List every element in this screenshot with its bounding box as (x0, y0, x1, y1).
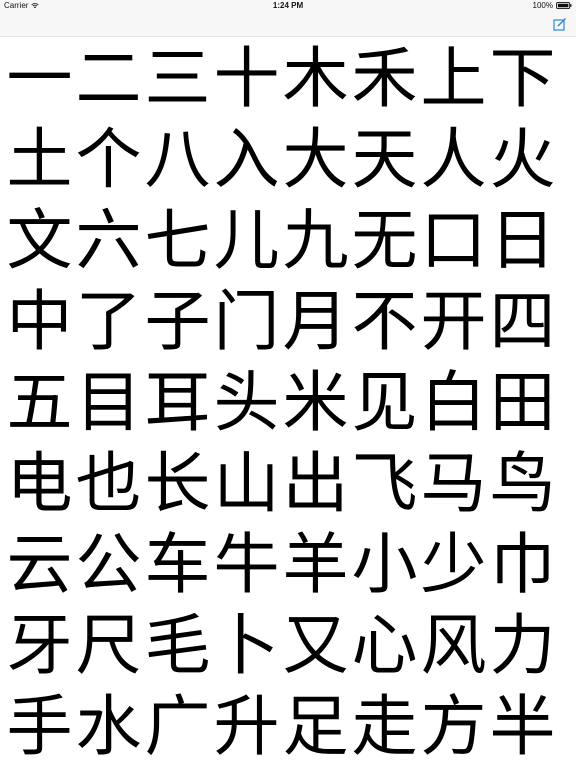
character-cell[interactable]: 也 (74, 443, 143, 524)
character-cell[interactable]: 十 (212, 38, 281, 119)
character-cell[interactable]: 个 (74, 119, 143, 200)
character-cell[interactable]: 风 (419, 605, 488, 686)
character-cell[interactable]: 二 (74, 38, 143, 119)
character-cell[interactable]: 心 (350, 605, 419, 686)
character-cell[interactable]: 鸟 (488, 443, 557, 524)
character-cell[interactable]: 土 (5, 119, 74, 200)
character-cell[interactable]: 方 (419, 686, 488, 767)
character-cell[interactable]: 无 (350, 200, 419, 281)
character-cell[interactable]: 入 (212, 119, 281, 200)
character-cell[interactable]: 六 (74, 200, 143, 281)
character-row: 五目耳头米见白田 (0, 362, 576, 443)
character-cell[interactable]: 力 (488, 605, 557, 686)
character-cell[interactable]: 下 (488, 38, 557, 119)
character-cell[interactable]: 田 (488, 362, 557, 443)
battery-percent: 100% (532, 1, 553, 10)
character-row: 手水广升足走方半 (0, 686, 576, 767)
navigation-bar (0, 12, 576, 37)
character-grid: 一二三十木禾上下土个八入大天人火文六七儿九无口日中了子门月不开四五目耳头米见白田… (0, 38, 576, 768)
character-cell[interactable]: 米 (281, 362, 350, 443)
compose-button[interactable] (552, 16, 568, 32)
character-cell[interactable]: 火 (488, 119, 557, 200)
character-row: 中了子门月不开四 (0, 281, 576, 362)
character-cell[interactable]: 日 (488, 200, 557, 281)
character-cell[interactable]: 水 (74, 686, 143, 767)
character-cell[interactable]: 儿 (212, 200, 281, 281)
character-cell[interactable]: 中 (5, 281, 74, 362)
character-cell[interactable]: 出 (281, 443, 350, 524)
character-cell[interactable]: 又 (281, 605, 350, 686)
character-cell[interactable]: 卜 (212, 605, 281, 686)
status-bar: Carrier 1:24 PM 100% (0, 0, 576, 12)
character-cell[interactable]: 子 (143, 281, 212, 362)
character-cell[interactable]: 七 (143, 200, 212, 281)
character-cell[interactable]: 牛 (212, 524, 281, 605)
character-cell[interactable]: 不 (350, 281, 419, 362)
character-cell[interactable]: 公 (74, 524, 143, 605)
character-cell[interactable]: 四 (488, 281, 557, 362)
character-cell[interactable]: 少 (419, 524, 488, 605)
character-row: 一二三十木禾上下 (0, 38, 576, 119)
character-cell[interactable]: 巾 (488, 524, 557, 605)
character-cell[interactable]: 文 (5, 200, 74, 281)
character-cell[interactable]: 手 (5, 686, 74, 767)
character-cell[interactable]: 电 (5, 443, 74, 524)
status-right: 100% (533, 1, 572, 10)
character-cell[interactable]: 上 (419, 38, 488, 119)
character-row: 文六七儿九无口日 (0, 200, 576, 281)
character-cell[interactable]: 门 (212, 281, 281, 362)
status-time: 1:24 PM (272, 1, 304, 10)
character-cell[interactable]: 白 (419, 362, 488, 443)
character-cell[interactable]: 山 (212, 443, 281, 524)
character-cell[interactable]: 羊 (281, 524, 350, 605)
character-cell[interactable]: 头 (212, 362, 281, 443)
character-cell[interactable]: 耳 (143, 362, 212, 443)
character-row: 土个八入大天人火 (0, 119, 576, 200)
character-cell[interactable]: 木 (281, 38, 350, 119)
character-cell[interactable]: 毛 (143, 605, 212, 686)
character-cell[interactable]: 八 (143, 119, 212, 200)
character-cell[interactable]: 九 (281, 200, 350, 281)
character-cell[interactable]: 五 (5, 362, 74, 443)
character-cell[interactable]: 禾 (350, 38, 419, 119)
character-cell[interactable]: 月 (281, 281, 350, 362)
character-row: 云公车牛羊小少巾 (0, 524, 576, 605)
character-cell[interactable]: 飞 (350, 443, 419, 524)
character-cell[interactable]: 长 (143, 443, 212, 524)
character-cell[interactable]: 开 (419, 281, 488, 362)
character-cell[interactable]: 升 (212, 686, 281, 767)
character-cell[interactable]: 广 (143, 686, 212, 767)
character-cell[interactable]: 小 (350, 524, 419, 605)
character-cell[interactable]: 三 (143, 38, 212, 119)
compose-icon (553, 18, 566, 31)
character-cell[interactable]: 口 (419, 200, 488, 281)
character-cell[interactable]: 天 (350, 119, 419, 200)
character-cell[interactable]: 云 (5, 524, 74, 605)
character-cell[interactable]: 牙 (5, 605, 74, 686)
character-cell[interactable]: 一 (5, 38, 74, 119)
character-row: 电也长山出飞马鸟 (0, 443, 576, 524)
character-cell[interactable]: 目 (74, 362, 143, 443)
character-cell[interactable]: 了 (74, 281, 143, 362)
battery-icon (556, 2, 572, 9)
character-cell[interactable]: 人 (419, 119, 488, 200)
character-row: 牙尺毛卜又心风力 (0, 605, 576, 686)
character-cell[interactable]: 马 (419, 443, 488, 524)
character-cell[interactable]: 见 (350, 362, 419, 443)
character-cell[interactable]: 走 (350, 686, 419, 767)
character-cell[interactable]: 大 (281, 119, 350, 200)
character-cell[interactable]: 半 (488, 686, 557, 767)
character-cell[interactable]: 车 (143, 524, 212, 605)
character-cell[interactable]: 足 (281, 686, 350, 767)
character-cell[interactable]: 尺 (74, 605, 143, 686)
